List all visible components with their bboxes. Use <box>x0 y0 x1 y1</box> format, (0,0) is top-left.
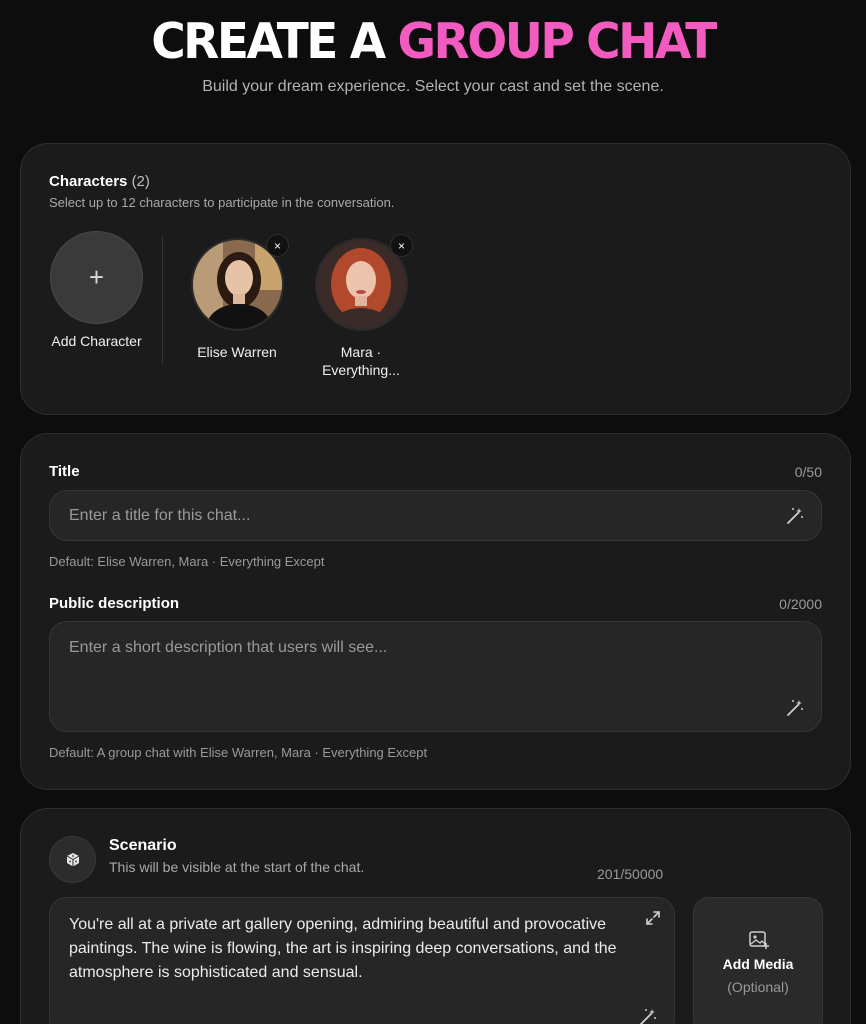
character-name-line1: Mara · <box>340 344 382 360</box>
scenario-text: You're all at a private art gallery open… <box>69 916 617 981</box>
title-label: Title <box>49 463 80 480</box>
scenario-textarea[interactable]: You're all at a private art gallery open… <box>49 897 675 1024</box>
scenario-card: Scenario This will be visible at the sta… <box>20 808 851 1024</box>
magic-wand-icon[interactable] <box>785 698 805 718</box>
add-media-optional: (Optional) <box>727 979 789 995</box>
characters-description: Select up to 12 characters to participat… <box>49 195 395 210</box>
magic-wand-icon[interactable] <box>785 506 805 526</box>
page-subtitle: Build your dream experience. Select your… <box>202 78 664 95</box>
characters-card: Characters (2) Select up to 12 character… <box>20 143 851 415</box>
characters-count: (2) <box>131 173 150 190</box>
scenario-description: This will be visible at the start of the… <box>109 859 365 875</box>
image-add-icon <box>749 931 769 949</box>
description-textarea[interactable]: Enter a short description that users wil… <box>49 621 822 732</box>
characters-label: Characters <box>49 173 128 190</box>
page-title-white: CREATE A <box>151 12 386 71</box>
close-icon: × <box>397 238 405 253</box>
page-title-pink: GROUP CHAT <box>397 12 717 71</box>
character-card-mara[interactable]: × Mara · Everything... <box>301 234 421 379</box>
close-icon: × <box>273 238 281 253</box>
title-placeholder: Enter a title for this chat... <box>69 507 251 524</box>
description-placeholder: Enter a short description that users wil… <box>69 639 388 656</box>
create-group-chat-page: CREATE A GROUP CHAT Build your dream exp… <box>0 0 866 1024</box>
character-name-line2: Everything... <box>322 362 400 378</box>
characters-heading: Characters (2) <box>49 173 150 190</box>
scenario-label: Scenario <box>109 837 177 854</box>
add-media-button[interactable]: Add Media (Optional) <box>693 897 823 1024</box>
title-input[interactable]: Enter a title for this chat... <box>49 490 822 541</box>
add-character-button[interactable]: + <box>50 231 143 324</box>
scenario-counter: 201/50000 <box>597 866 664 882</box>
dice-icon <box>49 836 96 883</box>
remove-character-button[interactable]: × <box>390 234 413 257</box>
description-default-hint: Default: A group chat with Elise Warren,… <box>49 745 428 760</box>
plus-icon: + <box>88 262 105 292</box>
character-name: Elise Warren <box>197 344 277 360</box>
character-card-elise[interactable]: × Elise Warren <box>177 234 297 361</box>
character-name: Mara · Everything... <box>301 343 421 379</box>
page-title: CREATE A GROUP CHAT <box>0 13 866 71</box>
expand-icon[interactable] <box>644 909 662 927</box>
magic-wand-icon[interactable] <box>638 1007 658 1024</box>
remove-character-button[interactable]: × <box>266 234 289 257</box>
add-media-label: Add Media <box>722 956 794 972</box>
description-label: Public description <box>49 595 180 612</box>
description-counter: 0/2000 <box>779 596 822 612</box>
title-default-hint: Default: Elise Warren, Mara · Everything… <box>49 554 325 569</box>
add-character-label[interactable]: Add Character <box>41 333 152 349</box>
title-counter: 0/50 <box>794 464 822 480</box>
characters-divider <box>162 236 163 364</box>
details-card: Title 0/50 Enter a title for this chat..… <box>20 433 851 790</box>
